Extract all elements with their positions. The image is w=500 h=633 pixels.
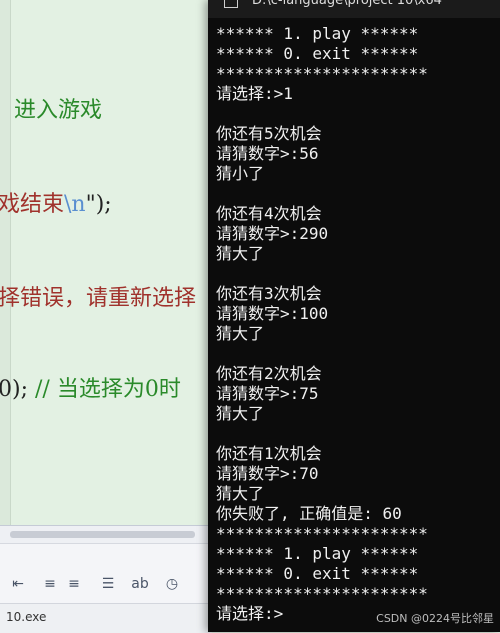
code-line-exit: 0); // 当选择为0时	[0, 371, 181, 403]
align-left-icon[interactable]: ≡	[40, 574, 60, 594]
console-line: ****** 0. exit ******	[216, 564, 419, 583]
console-window-icon	[224, 0, 238, 8]
indent-decrease-icon[interactable]: ⇤	[8, 574, 28, 594]
console-line: 你还有3次机会	[216, 284, 322, 303]
code-editor[interactable]: 进入游戏 戏结束\n"); 择错误，请重新选择 0); // 当选择为0时	[0, 0, 212, 525]
console-line: 猜小了	[216, 164, 265, 183]
code-comment-enter-game: 进入游戏	[14, 98, 103, 123]
output-file-label: 10.exe	[6, 610, 47, 624]
code-line-game-over: 戏结束\n");	[0, 186, 112, 218]
console-line: 猜大了	[216, 404, 265, 423]
code-line-choice-error: 择错误，请重新选择	[0, 286, 197, 311]
console-line: 你还有4次机会	[216, 204, 322, 223]
console-line: **********************	[216, 64, 428, 83]
console-line: **********************	[216, 524, 428, 543]
console-titlebar[interactable]: D:\c-language\project 10\x64	[208, 0, 500, 18]
horizontal-scrollbar[interactable]	[0, 525, 212, 544]
editor-gutter	[0, 0, 11, 525]
console-line: **********************	[216, 584, 428, 603]
console-line: 猜大了	[216, 324, 265, 343]
console-title: D:\c-language\project 10\x64	[252, 0, 442, 8]
code-statement: 0);	[0, 377, 28, 402]
align-right-icon[interactable]: ≡	[64, 574, 84, 594]
replace-icon[interactable]: ab	[130, 574, 150, 594]
output-tab-strip: 10.exe	[0, 603, 212, 633]
clock-icon[interactable]: ◷	[162, 574, 182, 594]
string-close: ");	[85, 192, 112, 217]
editor-toolbar: ⇤ ≡ ≡ ☰ ab ◷	[0, 543, 212, 604]
console-line: 你还有2次机会	[216, 364, 322, 383]
escape-sequence: \n	[64, 192, 86, 217]
console-line: 请猜数字>:70	[216, 464, 319, 483]
console-line: 请猜数字>:100	[216, 304, 329, 323]
console-line: ****** 0. exit ******	[216, 44, 419, 63]
string-text: 戏结束	[0, 192, 65, 217]
console-line: 你还有1次机会	[216, 444, 322, 463]
console-line: 请选择:>1	[216, 84, 293, 103]
console-line: 请猜数字>:56	[216, 144, 319, 163]
scrollbar-thumb[interactable]	[10, 531, 195, 538]
console-line: ****** 1. play ******	[216, 544, 419, 563]
console-output: ****** 1. play ****** ****** 0. exit ****…	[216, 24, 496, 624]
csdn-watermark: CSDN @0224号比邻星	[376, 612, 494, 625]
console-line: 你还有5次机会	[216, 124, 322, 143]
code-comment: // 当选择为0时	[35, 377, 181, 402]
comment-lines-icon[interactable]: ☰	[98, 574, 118, 594]
console-line: 请猜数字>:75	[216, 384, 319, 403]
console-line: 请猜数字>:290	[216, 224, 329, 243]
console-line: 猜大了	[216, 484, 265, 503]
console-line: 猜大了	[216, 244, 265, 263]
console-window[interactable]: D:\c-language\project 10\x64 ****** 1. p…	[208, 0, 500, 632]
console-line: 你失败了, 正确值是: 60	[216, 504, 402, 523]
console-line: ****** 1. play ******	[216, 24, 419, 43]
console-scrollbar[interactable]	[492, 18, 500, 632]
